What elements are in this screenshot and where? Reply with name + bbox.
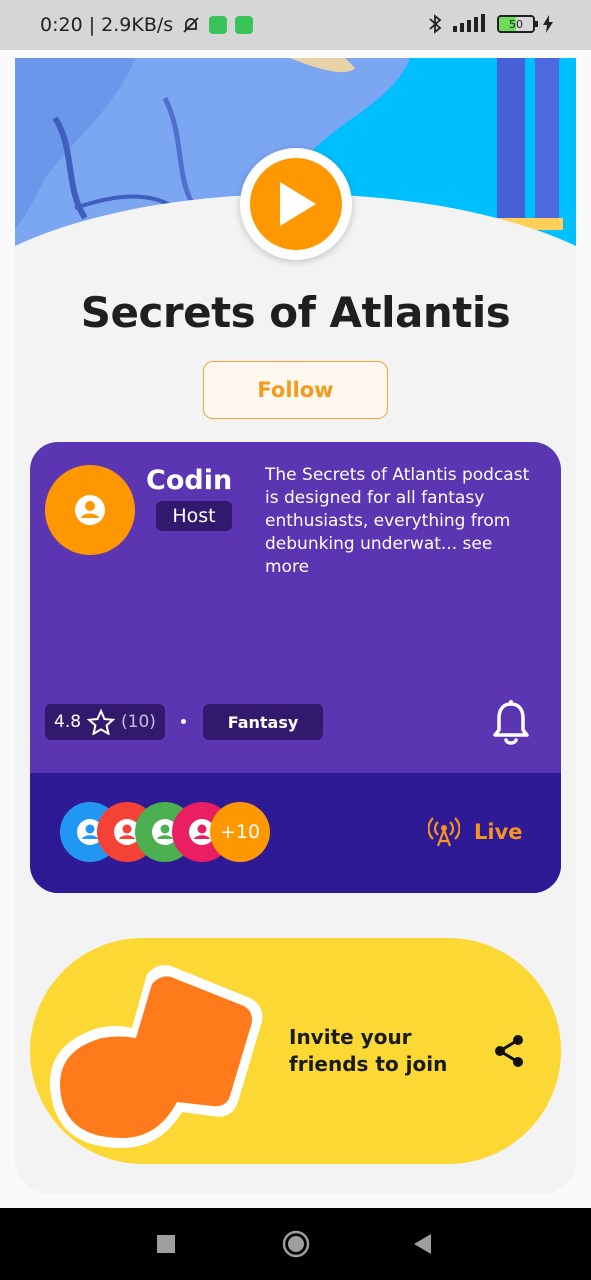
invite-line-2: friends to join bbox=[289, 1052, 448, 1076]
status-time: 0:20 | 2.9KB/s bbox=[40, 14, 174, 36]
status-right: 50 bbox=[427, 14, 553, 34]
live-bar: +10 Live bbox=[30, 773, 561, 893]
host-avatar[interactable] bbox=[45, 465, 135, 555]
host-panel: Codin Host The Secrets of Atlantis podca… bbox=[30, 442, 561, 893]
battery-level: 50 bbox=[509, 17, 523, 31]
navigation-bar bbox=[0, 1208, 591, 1280]
invite-line-1: Invite your bbox=[289, 1025, 412, 1049]
recent-apps-icon[interactable] bbox=[156, 1234, 176, 1254]
bell-icon[interactable] bbox=[492, 700, 530, 746]
share-icon[interactable] bbox=[493, 1034, 525, 1068]
status-left: 0:20 | 2.9KB/s bbox=[40, 14, 254, 36]
live-indicator[interactable]: Live bbox=[428, 817, 523, 847]
bluetooth-icon bbox=[429, 14, 442, 34]
status-bar: 0:20 | 2.9KB/s 50 bbox=[0, 0, 591, 50]
live-label: Live bbox=[474, 820, 523, 844]
podcast-description[interactable]: The Secrets of Atlantis podcast is desig… bbox=[265, 464, 535, 579]
host-role-badge: Host bbox=[156, 501, 232, 531]
invite-text: Invite your friends to join bbox=[289, 1024, 447, 1078]
broadcast-icon bbox=[428, 817, 460, 847]
home-icon[interactable] bbox=[281, 1229, 311, 1259]
back-icon[interactable] bbox=[412, 1233, 432, 1255]
invite-card[interactable]: Invite your friends to join bbox=[30, 938, 561, 1164]
android-icon bbox=[235, 16, 254, 34]
android-icon bbox=[209, 16, 228, 34]
charging-icon bbox=[543, 15, 553, 33]
listener-avatars[interactable]: +10 bbox=[60, 802, 290, 864]
play-icon bbox=[280, 182, 316, 226]
more-listeners-badge: +10 bbox=[210, 802, 270, 862]
signal-icon bbox=[453, 14, 485, 32]
podcast-card: Secrets of Atlantis Follow Codin Host Th… bbox=[15, 58, 576, 1194]
battery-icon: 50 bbox=[497, 15, 538, 33]
rating-badge: 4.8 (10) bbox=[45, 704, 165, 740]
star-icon bbox=[87, 709, 116, 735]
host-name: Codin bbox=[146, 465, 233, 496]
genre-badge[interactable]: Fantasy bbox=[203, 704, 323, 740]
user-icon bbox=[75, 495, 105, 525]
more-listeners-count: +10 bbox=[219, 821, 261, 843]
play-button[interactable] bbox=[240, 148, 352, 260]
podcast-title: Secrets of Atlantis bbox=[80, 288, 511, 337]
invite-illustration bbox=[49, 965, 263, 1148]
bell-off-icon bbox=[183, 17, 199, 33]
separator-dot bbox=[181, 719, 186, 724]
follow-button[interactable]: Follow bbox=[203, 361, 388, 419]
rating-count: (10) bbox=[121, 712, 156, 732]
play-button-inner bbox=[250, 158, 342, 250]
rating-value: 4.8 bbox=[54, 712, 82, 732]
